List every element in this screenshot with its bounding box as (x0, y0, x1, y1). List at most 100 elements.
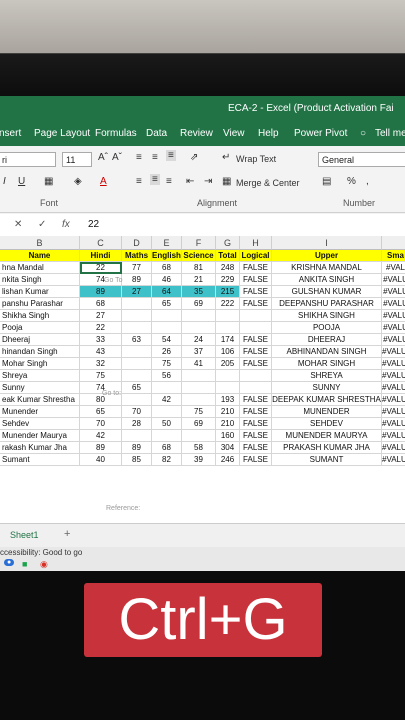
value-cell[interactable] (152, 406, 182, 418)
name-cell[interactable]: Shikha Singh (0, 310, 80, 322)
upper-cell[interactable]: DEEPANSHU PARASHAR (272, 298, 382, 310)
value-cell[interactable]: 75 (152, 358, 182, 370)
name-cell[interactable]: Shreya (0, 370, 80, 382)
value-cell[interactable]: 32 (80, 358, 122, 370)
value-cell[interactable]: 22 (80, 262, 122, 274)
value-cell[interactable]: FALSE (240, 334, 272, 346)
upper-cell[interactable]: GULSHAN KUMAR (272, 286, 382, 298)
value-cell[interactable]: FALSE (240, 418, 272, 430)
upper-cell[interactable]: DEEPAK KUMAR SHRESTHA (272, 394, 382, 406)
upper-cell[interactable]: KRISHNA MANDAL (272, 262, 382, 274)
value-cell[interactable]: 89 (122, 442, 152, 454)
value-cell[interactable]: FALSE (240, 406, 272, 418)
align-middle-icon[interactable]: ≡ (152, 152, 158, 163)
name-cell[interactable]: Sumant (0, 454, 80, 466)
header-cell-sma[interactable]: Sma (382, 250, 405, 262)
value-cell[interactable] (122, 310, 152, 322)
col-header-e[interactable]: E (152, 236, 182, 250)
wrap-text-button[interactable]: Wrap Text (236, 154, 276, 164)
sma-cell[interactable]: #VALUE! (382, 442, 405, 454)
value-cell[interactable]: 41 (182, 358, 216, 370)
name-cell[interactable]: hinandan Singh (0, 346, 80, 358)
value-cell[interactable] (216, 382, 240, 394)
value-cell[interactable]: 89 (80, 286, 122, 298)
value-cell[interactable]: 46 (152, 274, 182, 286)
value-cell[interactable]: FALSE (240, 394, 272, 406)
upper-cell[interactable]: PRAKASH KUMAR JHA (272, 442, 382, 454)
value-cell[interactable]: 75 (80, 370, 122, 382)
col-header-j[interactable] (382, 236, 405, 250)
value-cell[interactable]: 37 (182, 346, 216, 358)
merge-center-button[interactable]: Merge & Center (236, 178, 300, 188)
value-cell[interactable] (152, 310, 182, 322)
header-cell-total[interactable]: Total (216, 250, 240, 262)
value-cell[interactable]: 85 (122, 454, 152, 466)
value-cell[interactable]: FALSE (240, 274, 272, 286)
value-cell[interactable] (122, 346, 152, 358)
value-cell[interactable]: 26 (152, 346, 182, 358)
value-cell[interactable] (182, 322, 216, 334)
value-cell[interactable]: FALSE (240, 262, 272, 274)
col-header-i[interactable]: I (272, 236, 382, 250)
sma-cell[interactable]: #VALUE! (382, 418, 405, 430)
col-header-d[interactable]: D (122, 236, 152, 250)
tab-page-layout[interactable]: Page Layout (34, 128, 90, 139)
sma-cell[interactable]: #VAL (382, 262, 405, 274)
value-cell[interactable]: 42 (80, 430, 122, 442)
underline-button[interactable]: U (18, 176, 25, 187)
value-cell[interactable] (240, 322, 272, 334)
value-cell[interactable]: 248 (216, 262, 240, 274)
value-cell[interactable] (240, 370, 272, 382)
value-cell[interactable]: FALSE (240, 298, 272, 310)
upper-cell[interactable]: POOJA (272, 322, 382, 334)
sma-cell[interactable]: #VALU (382, 274, 405, 286)
spreadsheet-grid[interactable]: B C D E F G H I Name Hindi Maths English Science Tota… (0, 236, 405, 539)
tab-view[interactable]: View (223, 128, 245, 139)
value-cell[interactable] (240, 310, 272, 322)
value-cell[interactable] (216, 322, 240, 334)
sma-cell[interactable]: #VALU (382, 322, 405, 334)
col-header-f[interactable]: F (182, 236, 216, 250)
font-color-icon[interactable]: A (100, 176, 107, 187)
value-cell[interactable]: 56 (152, 370, 182, 382)
percent-button[interactable]: % (347, 176, 356, 187)
fill-color-icon[interactable]: ◈ (74, 176, 82, 187)
name-cell[interactable]: Munender (0, 406, 80, 418)
value-cell[interactable]: 63 (122, 334, 152, 346)
sma-cell[interactable]: #VALU (382, 298, 405, 310)
upper-cell[interactable]: MUNENDER MAURYA (272, 430, 382, 442)
comma-button[interactable]: , (366, 176, 369, 187)
name-cell[interactable]: Pooja (0, 322, 80, 334)
value-cell[interactable] (122, 394, 152, 406)
value-cell[interactable]: 64 (152, 286, 182, 298)
value-cell[interactable] (152, 430, 182, 442)
align-left-icon[interactable]: ≡ (136, 176, 142, 187)
value-cell[interactable]: 81 (182, 262, 216, 274)
add-sheet-button[interactable]: + (64, 528, 70, 540)
value-cell[interactable]: FALSE (240, 346, 272, 358)
align-bottom-icon[interactable]: ≡ (166, 150, 176, 161)
grow-font-icon[interactable]: Aˆ (98, 152, 108, 163)
name-cell[interactable]: eak Kumar Shrestha (0, 394, 80, 406)
col-header-c[interactable]: C (80, 236, 122, 250)
header-cell-english[interactable]: English (152, 250, 182, 262)
font-name-box[interactable]: ri (0, 152, 56, 167)
value-cell[interactable] (152, 322, 182, 334)
align-right-icon[interactable]: ≡ (166, 176, 172, 187)
tell-me-search[interactable]: Tell me (375, 128, 405, 139)
value-cell[interactable] (122, 370, 152, 382)
name-cell[interactable]: Sunny (0, 382, 80, 394)
value-cell[interactable]: 39 (182, 454, 216, 466)
value-cell[interactable]: 33 (80, 334, 122, 346)
upper-cell[interactable]: SUMANT (272, 454, 382, 466)
increase-indent-icon[interactable]: ⇥ (204, 176, 212, 187)
shrink-font-icon[interactable]: Aˇ (112, 152, 122, 163)
value-cell[interactable]: 106 (216, 346, 240, 358)
tab-help[interactable]: Help (258, 128, 279, 139)
value-cell[interactable]: 21 (182, 274, 216, 286)
value-cell[interactable]: 54 (152, 334, 182, 346)
value-cell[interactable] (152, 382, 182, 394)
value-cell[interactable]: 28 (122, 418, 152, 430)
borders-icon[interactable]: ▦ (44, 176, 53, 187)
value-cell[interactable]: 210 (216, 418, 240, 430)
